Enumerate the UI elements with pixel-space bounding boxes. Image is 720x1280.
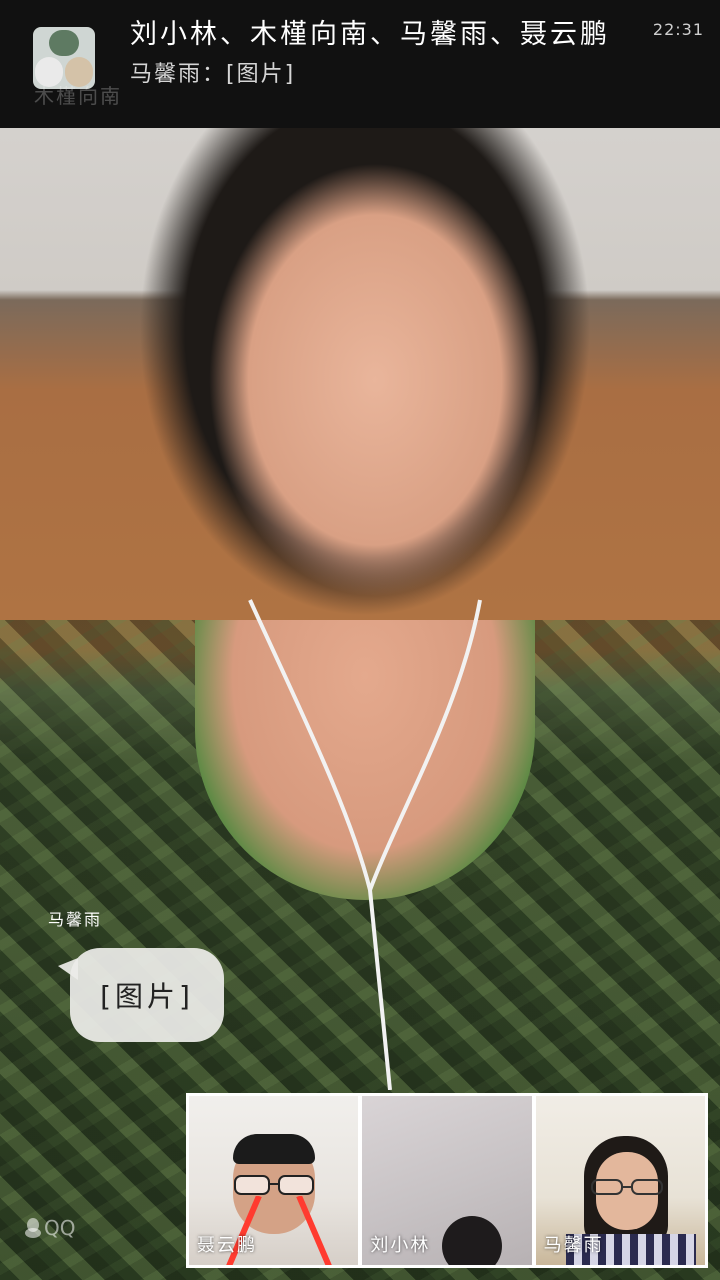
chat-message-bubble[interactable]: [图片] [70,948,224,1042]
participant-hair [233,1134,315,1164]
bubble-sender-name: 马馨雨 [48,910,103,929]
participant-thumbnail[interactable]: 聂云鹏 [189,1096,359,1265]
earphone-cable [248,599,482,1090]
call-time: 22:31 [652,20,704,39]
participant-name: 马馨雨 [543,1235,604,1256]
qq-watermark: QQ [24,1216,75,1240]
participant-partial-view [442,1216,503,1265]
participant-thumbnail-strip: 聂云鹏 刘小林 马馨雨 [186,1093,708,1268]
participant-thumbnail[interactable]: 刘小林 [362,1096,532,1265]
main-video-feed[interactable] [0,0,720,1280]
call-notification-banner[interactable]: 刘小林、木槿向南、马馨雨、聂云鹏 22:31 马馨雨：[图片] 木槿向南 [0,0,720,128]
last-message-preview: 马馨雨：[图片] [130,62,296,87]
participant-glasses [590,1179,663,1195]
participant-name: 刘小林 [370,1235,431,1256]
faded-name-label: 木槿向南 [34,84,122,108]
call-participants-title: 刘小林、木槿向南、马馨雨、聂云鹏 [130,19,610,50]
avatar-member-1 [49,30,79,56]
participant-thumbnail[interactable]: 马馨雨 [535,1096,705,1265]
participant-name: 聂云鹏 [197,1235,257,1256]
sparkle-glasses-effect [234,1175,314,1195]
qq-watermark-label: QQ [44,1216,76,1240]
qq-penguin-icon [25,1218,41,1238]
